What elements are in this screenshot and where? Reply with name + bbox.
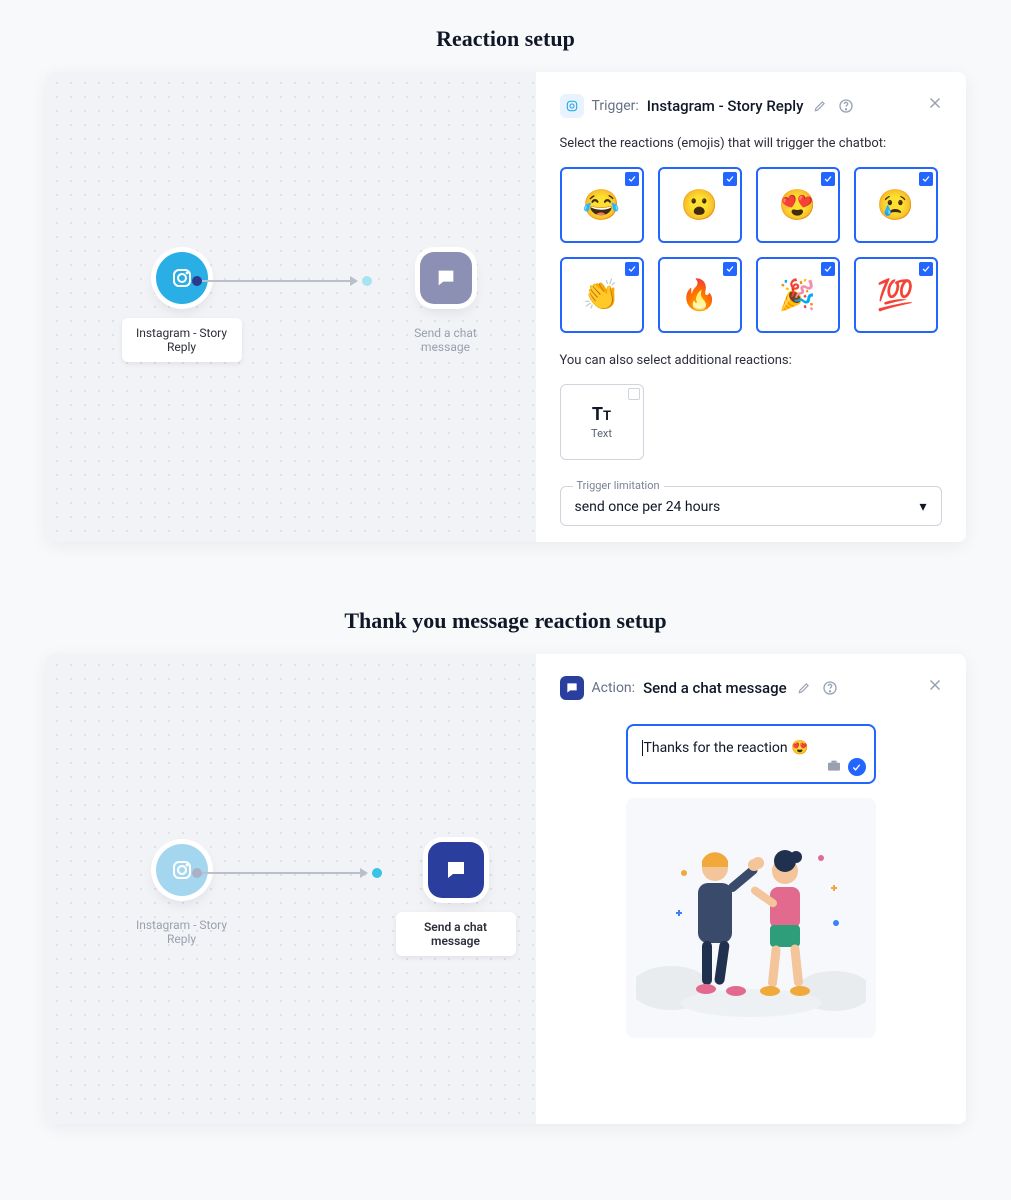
close-icon[interactable] xyxy=(926,676,944,694)
help-icon[interactable] xyxy=(821,679,839,697)
trigger-limitation-field[interactable]: Trigger limitation send once per 24 hour… xyxy=(560,486,942,526)
panel-title-text: Instagram - Story Reply xyxy=(647,97,804,115)
flow-canvas[interactable]: Instagram - Story Reply Send a chat mess… xyxy=(46,654,536,1124)
check-icon xyxy=(723,172,737,186)
help-icon[interactable] xyxy=(837,97,855,115)
emoji-option-clap[interactable]: 👏 xyxy=(560,257,644,333)
edit-icon[interactable] xyxy=(811,97,829,115)
check-icon xyxy=(625,262,639,276)
flow-connector-start-dot xyxy=(192,868,202,878)
flow-connector-line xyxy=(202,872,362,874)
check-icon xyxy=(821,262,835,276)
confirm-badge-icon[interactable] xyxy=(848,758,866,776)
flow-node-trigger-label: Instagram - Story Reply xyxy=(122,910,242,954)
thankyou-board: Instagram - Story Reply Send a chat mess… xyxy=(46,654,966,1124)
reaction-board: Instagram - Story Reply Send a chat mess… xyxy=(46,72,966,542)
emoji-grid: 😂 😮 😍 😢 👏 🔥 🎉 💯 xyxy=(560,167,942,333)
attachment-icon[interactable] xyxy=(826,758,844,776)
check-icon xyxy=(919,172,933,186)
message-text-input[interactable]: Thanks for the reaction 😍 xyxy=(626,724,876,784)
chat-icon xyxy=(444,858,468,882)
action-badge-icon xyxy=(560,676,584,700)
section-title-thankyou: Thank you message reaction setup xyxy=(0,582,1011,654)
close-icon[interactable] xyxy=(926,94,944,112)
panel-type-label: Action: xyxy=(592,680,636,696)
additional-option-label: Text xyxy=(591,427,612,440)
message-text-value: Thanks for the reaction 😍 xyxy=(644,740,809,756)
flow-node-action-label: Send a chat message xyxy=(386,318,506,362)
text-type-icon: TT xyxy=(592,404,611,425)
flow-node-trigger[interactable]: Instagram - Story Reply xyxy=(122,252,242,362)
check-icon xyxy=(625,172,639,186)
trigger-panel: Trigger: Instagram - Story Reply Select … xyxy=(536,72,966,542)
check-icon xyxy=(919,262,933,276)
reactions-description: Select the reactions (emojis) that will … xyxy=(560,136,942,151)
panel-title-text: Send a chat message xyxy=(643,679,787,697)
chat-icon xyxy=(435,267,457,289)
additional-option-text[interactable]: TT Text xyxy=(560,384,644,460)
emoji-option-sad[interactable]: 😢 xyxy=(854,167,938,243)
action-panel: Action: Send a chat message Thanks for t… xyxy=(536,654,966,1124)
flow-canvas[interactable]: Instagram - Story Reply Send a chat mess… xyxy=(46,72,536,542)
instagram-icon xyxy=(170,858,194,882)
edit-icon[interactable] xyxy=(795,679,813,697)
flow-connector-line xyxy=(202,280,352,282)
flow-node-action-label: Send a chat message xyxy=(396,912,516,956)
emoji-option-laugh[interactable]: 😂 xyxy=(560,167,644,243)
emoji-option-love[interactable]: 😍 xyxy=(756,167,840,243)
flow-node-action[interactable]: Send a chat message xyxy=(386,252,506,362)
panel-type-label: Trigger: xyxy=(592,98,639,114)
trigger-limitation-label: Trigger limitation xyxy=(573,479,664,492)
flow-node-action[interactable]: Send a chat message xyxy=(396,842,516,956)
unchecked-box-icon xyxy=(628,388,640,400)
flow-node-trigger[interactable]: Instagram - Story Reply xyxy=(122,844,242,954)
instagram-icon xyxy=(170,266,194,290)
additional-description: You can also select additional reactions… xyxy=(560,353,942,368)
check-icon xyxy=(723,262,737,276)
flow-connector-arrow-icon xyxy=(348,274,362,288)
trigger-badge-icon xyxy=(560,94,584,118)
trigger-limitation-value: send once per 24 hours xyxy=(575,499,721,515)
emoji-option-wow[interactable]: 😮 xyxy=(658,167,742,243)
text-cursor xyxy=(642,740,643,756)
highfive-illustration xyxy=(636,813,866,1023)
section-title-reaction: Reaction setup xyxy=(0,0,1011,72)
message-attachment-image[interactable] xyxy=(626,798,876,1038)
chevron-down-icon: ▾ xyxy=(919,499,926,515)
emoji-option-hundred[interactable]: 💯 xyxy=(854,257,938,333)
flow-connector-end-dot xyxy=(362,276,372,286)
flow-node-trigger-label: Instagram - Story Reply xyxy=(122,318,242,362)
flow-connector-end-dot xyxy=(372,868,382,878)
flow-connector-arrow-icon xyxy=(358,866,372,880)
emoji-option-party[interactable]: 🎉 xyxy=(756,257,840,333)
flow-connector-start-dot xyxy=(192,276,202,286)
emoji-option-fire[interactable]: 🔥 xyxy=(658,257,742,333)
check-icon xyxy=(821,172,835,186)
